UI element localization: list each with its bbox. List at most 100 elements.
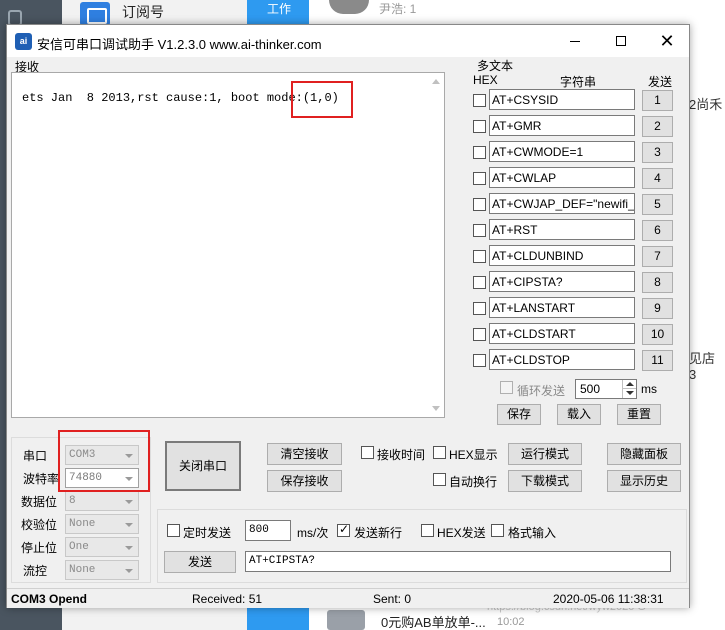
minimize-icon xyxy=(570,40,580,42)
loop-interval-unit: ms xyxy=(641,382,657,396)
background-fragment-2: 见店 3 xyxy=(689,351,716,382)
close-button[interactable]: ✕ xyxy=(644,25,690,57)
receive-scrollbar[interactable] xyxy=(428,73,444,417)
send-button[interactable]: 发送 xyxy=(164,551,236,573)
highlight-box-boot-mode xyxy=(291,81,353,118)
maximize-button[interactable] xyxy=(598,25,644,57)
app-logo-icon: ai xyxy=(15,33,32,50)
close-icon: ✕ xyxy=(659,31,675,51)
receive-textarea[interactable]: ets Jan 8 2013,rst cause:1, boot mode:(1… xyxy=(11,72,445,418)
background-bottom-message: 0元购AB单放单-... xyxy=(381,615,486,630)
background-top-name: 尹浩: 1 xyxy=(379,2,417,16)
multitext-hex-checkbox[interactable] xyxy=(473,172,486,185)
hide-panel-button[interactable]: 隐藏面板 xyxy=(607,443,681,465)
databits-select[interactable]: 8 xyxy=(65,491,139,511)
multitext-command-input[interactable]: AT+LANSTART xyxy=(489,297,635,318)
chevron-down-icon xyxy=(125,500,133,504)
multitext-send-button[interactable]: 10 xyxy=(642,324,673,345)
multitext-command-input[interactable]: AT+CLDSTOP xyxy=(489,349,635,370)
loop-send-checkbox[interactable] xyxy=(500,381,513,394)
chevron-down-icon xyxy=(125,523,133,527)
close-port-button[interactable]: 关闭串口 xyxy=(165,441,241,491)
multitext-command-input[interactable]: AT+GMR xyxy=(489,115,635,136)
multitext-hex-checkbox[interactable] xyxy=(473,224,486,237)
multitext-hex-checkbox[interactable] xyxy=(473,302,486,315)
multitext-row: AT+CWJAP_DEF="newifi_ 5 xyxy=(473,193,683,215)
multitext-command-input[interactable]: AT+CWMODE=1 xyxy=(489,141,635,162)
timed-send-checkbox[interactable] xyxy=(167,524,180,537)
save-multitext-button[interactable]: 保存 xyxy=(497,404,541,425)
multitext-row: AT+GMR 2 xyxy=(473,115,683,137)
format-input-label: 格式输入 xyxy=(508,526,557,540)
multitext-row: AT+CLDSTOP 11 xyxy=(473,349,683,371)
receive-time-checkbox[interactable] xyxy=(361,446,374,459)
serial-tool-window: ai 安信可串口调试助手 V1.2.3.0 www.ai-thinker.com… xyxy=(6,24,690,608)
timed-send-label: 定时发送 xyxy=(183,526,232,540)
multitext-send-button[interactable]: 3 xyxy=(642,142,673,163)
multitext-row: AT+CIPSTA? 8 xyxy=(473,271,683,293)
spin-up-icon[interactable] xyxy=(622,380,636,389)
auto-newline-checkbox[interactable] xyxy=(433,473,446,486)
multitext-row: AT+CLDSTART 10 xyxy=(473,323,683,345)
flow-label: 流控 xyxy=(23,564,48,578)
multitext-send-button[interactable]: 6 xyxy=(642,220,673,241)
multitext-command-input[interactable]: AT+CLDUNBIND xyxy=(489,245,635,266)
download-mode-button[interactable]: 下载模式 xyxy=(508,470,582,492)
spin-down-icon[interactable] xyxy=(622,389,636,398)
multitext-send-button[interactable]: 9 xyxy=(642,298,673,319)
scroll-up-icon[interactable] xyxy=(432,79,440,84)
load-multitext-button[interactable]: 载入 xyxy=(557,404,601,425)
multitext-send-button[interactable]: 8 xyxy=(642,272,673,293)
multitext-command-input[interactable]: AT+CWJAP_DEF="newifi_ xyxy=(489,193,635,214)
title-bar[interactable]: ai 安信可串口调试助手 V1.2.3.0 www.ai-thinker.com… xyxy=(7,25,689,57)
multitext-command-input[interactable]: AT+CLDSTART xyxy=(489,323,635,344)
send-input[interactable]: AT+CIPSTA? xyxy=(245,551,671,572)
scroll-down-icon[interactable] xyxy=(432,406,440,411)
show-history-button[interactable]: 显示历史 xyxy=(607,470,681,492)
multitext-hex-checkbox[interactable] xyxy=(473,250,486,263)
status-bar: COM3 Opend Received: 51 Sent: 0 2020-05-… xyxy=(7,588,689,608)
flow-select[interactable]: None xyxy=(65,560,139,580)
clear-receive-button[interactable]: 清空接收 xyxy=(267,443,342,465)
multitext-send-button[interactable]: 4 xyxy=(642,168,673,189)
multitext-hex-checkbox[interactable] xyxy=(473,354,486,367)
loop-send-label: 循环发送 xyxy=(517,384,566,398)
multitext-hex-checkbox[interactable] xyxy=(473,94,486,107)
multitext-row: AT+LANSTART 9 xyxy=(473,297,683,319)
minimize-button[interactable] xyxy=(552,25,598,57)
hex-send-label: HEX发送 xyxy=(437,526,486,540)
background-thumbnail-icon xyxy=(327,610,365,630)
loop-interval-spinner[interactable]: 500 xyxy=(575,379,637,399)
timed-interval-input[interactable]: 800 xyxy=(245,520,291,541)
multitext-send-button[interactable]: 5 xyxy=(642,194,673,215)
background-subscription-label: 订阅号 xyxy=(122,4,164,20)
format-input-checkbox[interactable] xyxy=(491,524,504,537)
reset-multitext-button[interactable]: 重置 xyxy=(617,404,661,425)
multitext-hex-checkbox[interactable] xyxy=(473,276,486,289)
multitext-command-input[interactable]: AT+CIPSTA? xyxy=(489,271,635,292)
parity-select[interactable]: None xyxy=(65,514,139,534)
hex-send-checkbox[interactable] xyxy=(421,524,434,537)
multitext-hex-checkbox[interactable] xyxy=(473,146,486,159)
multitext-hex-checkbox[interactable] xyxy=(473,120,486,133)
multitext-hex-checkbox[interactable] xyxy=(473,328,486,341)
window-title: 安信可串口调试助手 V1.2.3.0 www.ai-thinker.com xyxy=(37,37,322,52)
run-mode-button[interactable]: 运行模式 xyxy=(508,443,582,465)
hex-display-checkbox[interactable] xyxy=(433,446,446,459)
multitext-send-button[interactable]: 11 xyxy=(642,350,673,371)
multitext-hex-checkbox[interactable] xyxy=(473,198,486,211)
received-count: Received: 51 xyxy=(192,592,263,606)
multitext-command-input[interactable]: AT+CWLAP xyxy=(489,167,635,188)
send-newline-checkbox[interactable] xyxy=(337,522,350,537)
multitext-send-button[interactable]: 2 xyxy=(642,116,673,137)
save-receive-button[interactable]: 保存接收 xyxy=(267,470,342,492)
send-newline-label: 发送新行 xyxy=(354,526,403,540)
multitext-row: AT+CWMODE=1 3 xyxy=(473,141,683,163)
databits-label: 数据位 xyxy=(21,495,58,509)
background-fragment-1: 2尚禾 xyxy=(689,97,723,112)
multitext-command-input[interactable]: AT+RST xyxy=(489,219,635,240)
multitext-send-button[interactable]: 1 xyxy=(642,90,673,111)
stopbits-select[interactable]: One xyxy=(65,537,139,557)
multitext-command-input[interactable]: AT+CSYSID xyxy=(489,89,635,110)
multitext-send-button[interactable]: 7 xyxy=(642,246,673,267)
